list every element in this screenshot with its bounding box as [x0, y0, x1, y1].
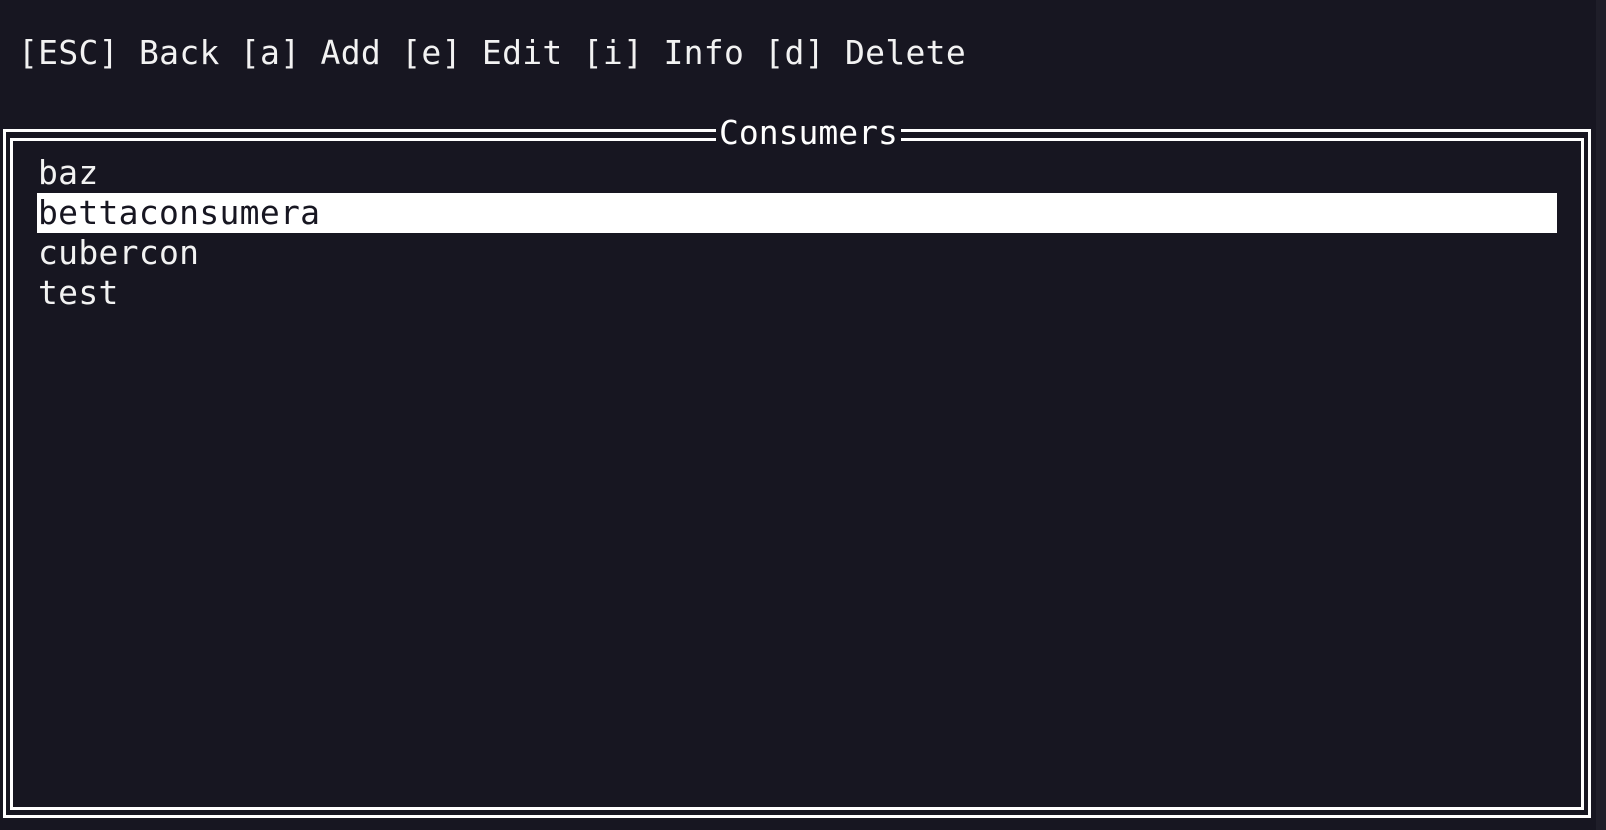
list-item-test[interactable]: test [37, 273, 1557, 313]
keybinding-help-bar: [ESC] Back [a] Add [e] Edit [i] Info [d]… [18, 28, 966, 78]
info-key-hint[interactable]: [i] [583, 33, 644, 72]
list-item-baz[interactable]: baz [37, 153, 1557, 193]
panel-title: Consumers [716, 112, 901, 154]
edit-key-hint[interactable]: [e] [401, 33, 462, 72]
consumers-list[interactable]: baz bettaconsumera cubercon test [37, 153, 1557, 313]
info-label[interactable]: Info [663, 33, 744, 72]
edit-label[interactable]: Edit [482, 33, 563, 72]
list-item-cubercon[interactable]: cubercon [37, 233, 1557, 273]
delete-key-hint[interactable]: [d] [764, 33, 825, 72]
window-right-edge [1596, 0, 1606, 830]
add-label[interactable]: Add [321, 33, 382, 72]
back-label[interactable]: Back [139, 33, 220, 72]
esc-key-hint[interactable]: [ESC] [18, 33, 119, 72]
list-item-bettaconsumera[interactable]: bettaconsumera [37, 193, 1557, 233]
delete-label[interactable]: Delete [845, 33, 966, 72]
add-key-hint[interactable]: [a] [240, 33, 301, 72]
